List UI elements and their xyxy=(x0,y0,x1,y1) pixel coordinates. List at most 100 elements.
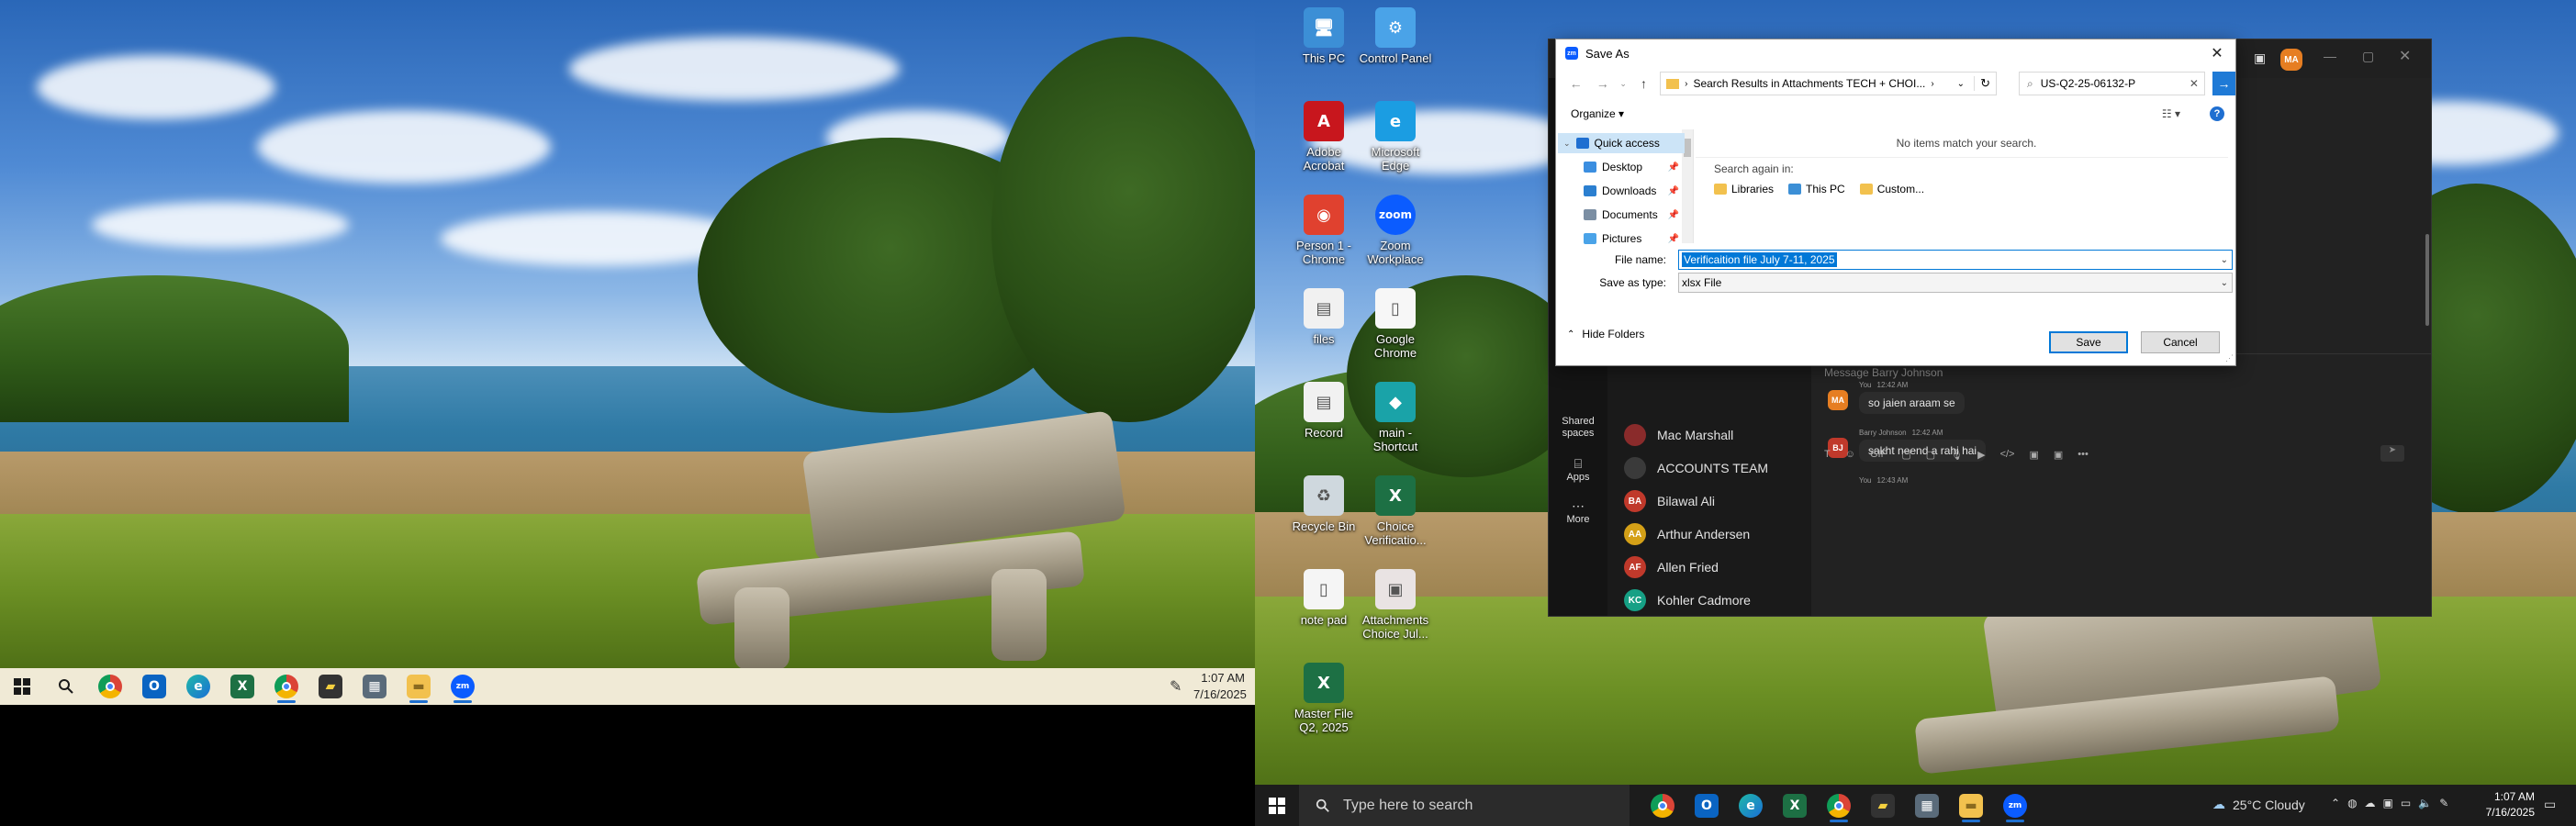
refresh-icon[interactable]: ↻ xyxy=(1974,76,1990,91)
taskbar-chrome-profile[interactable] xyxy=(264,668,308,705)
address-dropdown-icon[interactable]: ⌄ xyxy=(1957,79,1965,89)
composer-tool-0[interactable]: T xyxy=(1824,449,1831,461)
desktop-icon-2[interactable]: A Adobe Acrobat xyxy=(1287,101,1361,173)
clock-monitor-2[interactable]: 1:07 AM 7/16/2025 xyxy=(2476,789,2535,820)
taskbar2-chrome-profile[interactable] xyxy=(1817,787,1861,824)
taskbar2-sticky-notes[interactable]: ▰ xyxy=(1861,787,1905,824)
chevron-up-icon[interactable]: ⌃ xyxy=(2331,797,2340,809)
dialog-search-box[interactable]: ⌕ US-Q2-25-06132-P ✕ xyxy=(2018,72,2205,95)
taskbar2-calculator[interactable]: ▦ xyxy=(1905,787,1949,824)
chevron-down-icon[interactable]: ⌄ xyxy=(1563,139,1571,149)
start-button-2[interactable] xyxy=(1255,785,1299,826)
nav-item-documents[interactable]: Documents 📌 xyxy=(1558,205,1685,225)
desktop-icon-1[interactable]: ⚙ Control Panel xyxy=(1359,7,1432,65)
composer-tool-5[interactable]: 🎙 xyxy=(1950,449,1963,461)
search-location-0[interactable]: Libraries xyxy=(1714,183,1774,195)
taskbar2-file-explorer[interactable]: ▬ xyxy=(1949,787,1993,824)
nav-item-pictures[interactable]: Pictures 📌 xyxy=(1558,229,1685,249)
hide-folders-toggle[interactable]: ⌃ Hide Folders xyxy=(1567,328,1644,340)
forward-button[interactable]: → xyxy=(1592,73,1613,95)
taskbar-outlook[interactable]: O xyxy=(132,668,176,705)
contact-item[interactable]: BA Bilawal Ali xyxy=(1624,486,1715,517)
composer-tool-1[interactable]: ☺ xyxy=(1845,449,1855,461)
resize-grip[interactable]: ⋰ xyxy=(2225,353,2234,363)
meet-icon[interactable]: ▣ xyxy=(2383,797,2393,809)
taskbar-sticky-notes[interactable]: ▰ xyxy=(308,668,353,705)
back-button[interactable]: ← xyxy=(1565,73,1586,95)
desktop-icon-5[interactable]: zoom Zoom Workplace xyxy=(1359,195,1432,266)
start-button[interactable] xyxy=(0,668,44,705)
nav-item-desktop[interactable]: Desktop 📌 xyxy=(1558,157,1685,177)
clear-search-icon[interactable]: ✕ xyxy=(2190,77,2199,90)
desktop-icon-12[interactable]: ▯ note pad xyxy=(1287,569,1361,627)
taskbar2-edge[interactable]: e xyxy=(1729,787,1773,824)
zoom-profile-avatar[interactable]: MA xyxy=(2280,49,2302,71)
zoom-maximize-button[interactable]: ▢ xyxy=(2362,49,2374,64)
desktop-icon-14[interactable]: X Master File Q2, 2025 xyxy=(1287,663,1361,734)
composer-tool-8[interactable]: ▣ xyxy=(2029,449,2038,461)
taskbar-search-box[interactable]: Type here to search xyxy=(1299,785,1630,826)
search-go-button[interactable]: → xyxy=(2212,72,2235,95)
rail-shared-spaces[interactable]: Shared spaces xyxy=(1549,416,1607,440)
taskbar2-excel[interactable]: X xyxy=(1773,787,1817,824)
desktop-icon-11[interactable]: X Choice Verificatio... xyxy=(1359,475,1432,547)
chevron-down-icon[interactable]: ⌄ xyxy=(2221,255,2228,265)
search-location-2[interactable]: Custom... xyxy=(1859,183,1924,195)
composer-tool-4[interactable]: ▢ xyxy=(1926,449,1935,461)
file-name-input[interactable]: Verificaition file July 7-11, 2025 ⌄ xyxy=(1678,250,2233,270)
search-button[interactable] xyxy=(44,668,88,705)
send-button[interactable]: ➤ xyxy=(2380,445,2404,462)
desktop-icon-10[interactable]: ♻ Recycle Bin xyxy=(1287,475,1361,533)
view-options-icon[interactable]: ☷ ▾ xyxy=(2162,107,2180,120)
network-icon[interactable]: ◍ xyxy=(2347,797,2357,809)
pen-icon[interactable]: ✎ xyxy=(2439,797,2448,809)
cancel-button[interactable]: Cancel xyxy=(2141,331,2220,353)
composer-tool-2[interactable]: GIF xyxy=(1870,449,1887,461)
desktop-icon-13[interactable]: ▣ Attachments Choice Jul... xyxy=(1359,569,1432,641)
rail-apps[interactable]: ⌸ Apps xyxy=(1549,456,1607,483)
desktop-icon-8[interactable]: ▤ Record xyxy=(1287,382,1361,440)
taskbar-chrome[interactable] xyxy=(88,668,132,705)
notification-icon[interactable]: ▭ xyxy=(2544,797,2556,812)
composer-tool-10[interactable]: ••• xyxy=(2078,449,2089,461)
nav-item-downloads[interactable]: Downloads 📌 xyxy=(1558,181,1685,201)
organize-menu[interactable]: Organize ▾ xyxy=(1571,107,1624,120)
taskbar-excel[interactable]: X xyxy=(220,668,264,705)
up-button[interactable]: ↑ xyxy=(1633,73,1654,95)
pen-icon[interactable]: ✎ xyxy=(1170,677,1188,696)
clock-monitor-1[interactable]: 1:07 AM 7/16/2025 xyxy=(1193,670,1247,703)
chat-scrollbar[interactable] xyxy=(2425,234,2429,326)
address-bar[interactable]: › Search Results in Attachments TECH + C… xyxy=(1660,72,1997,95)
contact-item[interactable]: KC Kohler Cadmore xyxy=(1624,585,1751,616)
desktop-icon-6[interactable]: ▤ files xyxy=(1287,288,1361,346)
zoom-share-icon[interactable]: ▣ xyxy=(2254,50,2266,66)
composer-tool-7[interactable]: </> xyxy=(2000,449,2015,461)
display-icon[interactable]: ▭ xyxy=(2401,797,2411,809)
desktop-icon-9[interactable]: ◆ main - Shortcut xyxy=(1359,382,1432,453)
contact-item[interactable]: AF Allen Fried xyxy=(1624,552,1719,583)
taskbar-file-explorer[interactable]: ▬ xyxy=(397,668,441,705)
desktop-icon-3[interactable]: e Microsoft Edge xyxy=(1359,101,1432,173)
composer-tool-3[interactable]: ▢ xyxy=(1901,449,1910,461)
onedrive-icon[interactable]: ☁ xyxy=(2365,797,2376,809)
message-bubble[interactable]: so jaien araam se xyxy=(1859,392,1965,414)
zoom-minimize-button[interactable]: — xyxy=(2324,49,2336,63)
taskbar-edge[interactable]: e xyxy=(176,668,220,705)
recent-button[interactable]: ⌄ xyxy=(1618,73,1628,95)
volume-icon[interactable]: 🔈 xyxy=(2418,797,2432,809)
weather-widget[interactable]: ☁ 25°C Cloudy xyxy=(2212,797,2305,812)
contact-item[interactable]: AA Arthur Andersen xyxy=(1624,519,1750,550)
save-button[interactable]: Save xyxy=(2049,331,2128,353)
taskbar2-chrome[interactable] xyxy=(1641,787,1685,824)
contact-item[interactable]: Mac Marshall xyxy=(1624,419,1733,451)
search-location-1[interactable]: This PC xyxy=(1788,183,1845,195)
taskbar2-outlook[interactable]: O xyxy=(1685,787,1729,824)
desktop-icon-0[interactable]: 🖥 This PC xyxy=(1287,7,1361,65)
rail-more[interactable]: ⋯ More xyxy=(1549,498,1607,525)
taskbar-calculator[interactable]: ▦ xyxy=(353,668,397,705)
taskbar2-zoom[interactable]: zm xyxy=(1993,787,2037,824)
contact-item[interactable]: ACCOUNTS TEAM xyxy=(1624,452,1768,484)
dialog-close-button[interactable]: ✕ xyxy=(2199,39,2235,67)
save-type-select[interactable]: xlsx File ⌄ xyxy=(1678,273,2233,293)
composer-input[interactable]: Message Barry Johnson xyxy=(1824,366,1943,379)
